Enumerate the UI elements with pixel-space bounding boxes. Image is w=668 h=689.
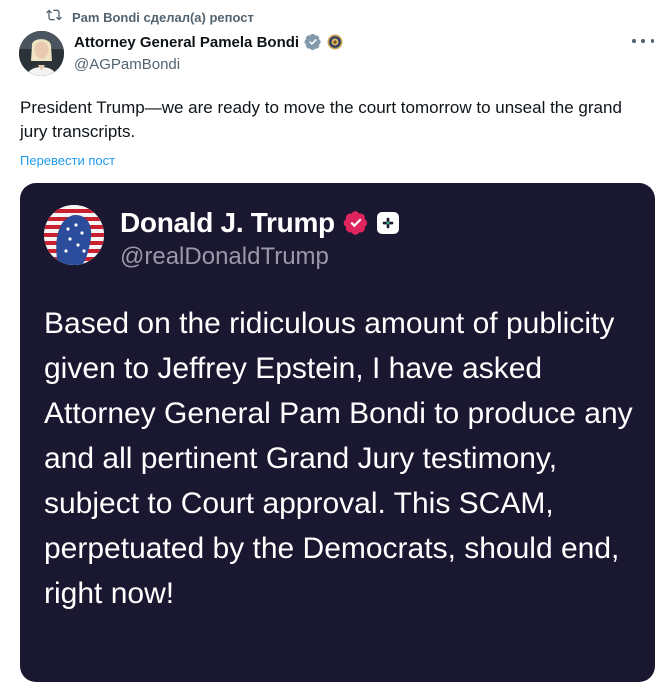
embedded-post-image[interactable]: Donald J. Trump @realDonaldTrump Based o… bbox=[20, 183, 655, 682]
inner-post-body: Based on the ridiculous amount of public… bbox=[44, 307, 633, 610]
author-name[interactable]: Attorney General Pamela Bondi bbox=[74, 34, 299, 51]
translate-post-link[interactable]: Перевести пост bbox=[20, 153, 115, 168]
author-row: Attorney General Pamela Bondi bbox=[74, 33, 343, 51]
verified-badge-pink-icon bbox=[343, 210, 369, 236]
government-verified-icon[interactable] bbox=[304, 33, 322, 51]
repost-header[interactable]: Pam Bondi сделал(а) репост bbox=[46, 8, 254, 26]
inner-author-name: Donald J. Trump bbox=[120, 207, 335, 238]
author-avatar[interactable] bbox=[19, 31, 64, 76]
repost-text: Pam Bondi сделал(а) репост bbox=[72, 9, 254, 25]
author-handle[interactable]: @AGPamBondi bbox=[74, 56, 180, 73]
plus-icon bbox=[376, 212, 399, 234]
inner-author-handle: @realDonaldTrump bbox=[120, 243, 329, 270]
repost-icon bbox=[46, 7, 62, 28]
post-text: President Trump—we are ready to move the… bbox=[20, 98, 622, 141]
inner-name-row: Donald J. Trump bbox=[120, 207, 399, 239]
doj-seal-icon[interactable] bbox=[327, 34, 343, 50]
inner-avatar bbox=[44, 205, 104, 265]
more-icon[interactable] bbox=[632, 34, 654, 48]
